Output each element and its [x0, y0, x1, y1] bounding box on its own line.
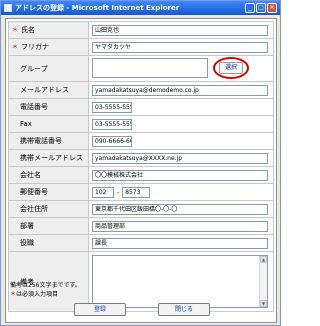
address-input[interactable]: 東京都千代田区飯田橋〇-〇-〇: [92, 203, 268, 215]
mobile-email-label: 携帯メールアドレス: [20, 154, 83, 162]
name-input[interactable]: 山田克也: [92, 24, 268, 36]
company-label-cell: 会社名: [8, 166, 89, 184]
group-select-button[interactable]: 選択: [219, 62, 243, 74]
required-note-line: ＊は必須入力項目: [10, 290, 81, 299]
maximize-button[interactable]: □: [256, 3, 266, 13]
required-mark: ＊: [12, 27, 19, 34]
form-row-fax: Fax 03-5555-5555: [8, 115, 274, 133]
fax-value-cell: 03-5555-5555: [88, 115, 274, 133]
phone-label-cell: 電話番号: [8, 98, 89, 116]
address-label-cell: 会社住所: [8, 200, 89, 218]
form-row-department: 部署 商品管理部: [8, 217, 274, 235]
furigana-label: フリガナ: [21, 43, 50, 51]
email-input[interactable]: yamadakatsuya@demodemo.co.jp: [92, 84, 268, 96]
memo-textarea-frame: ▲ ▼: [92, 255, 268, 308]
zip-second-input[interactable]: 8573: [122, 186, 151, 198]
mobile-email-input[interactable]: yamadakatsuya@XXXX.ne.jp: [92, 152, 268, 164]
fax-label: Fax: [20, 120, 32, 128]
group-field[interactable]: [92, 58, 208, 78]
fax-label-cell: Fax: [8, 115, 89, 133]
department-label: 部署: [20, 222, 34, 230]
close-button[interactable]: 閉じる: [158, 303, 210, 316]
email-value-cell: yamadakatsuya@demodemo.co.jp: [88, 81, 274, 99]
zip-first-input[interactable]: 102: [92, 186, 114, 198]
address-form: ＊氏名 山田克也 ＊フリガナ ヤマダカツヤ グループ 選択 メールアドレス ya…: [8, 21, 274, 312]
zip-separator: -: [117, 188, 120, 196]
address-value-cell: 東京都千代田区飯田橋〇-〇-〇: [88, 200, 274, 218]
browser-window: アドレスの登録 - Microsoft Internet Explorer _ …: [0, 0, 281, 326]
email-label-cell: メールアドレス: [8, 81, 89, 99]
window-title: アドレスの登録 - Microsoft Internet Explorer: [15, 4, 180, 12]
form-row-name: ＊氏名 山田克也: [8, 21, 274, 39]
scroll-down-icon[interactable]: ▼: [260, 300, 267, 307]
name-label-cell: ＊氏名: [8, 21, 89, 39]
mobile-phone-label-cell: 携帯電話番号: [8, 132, 89, 150]
form-row-phone: 電話番号 03-5555-5555: [8, 98, 274, 116]
mobile-email-label-cell: 携帯メールアドレス: [8, 149, 89, 167]
mobile-phone-label: 携帯電話番号: [20, 137, 62, 145]
zip-label: 郵便番号: [20, 188, 48, 196]
form-row-address: 会社住所 東京都千代田区飯田橋〇-〇-〇: [8, 200, 274, 218]
mobile-phone-value-cell: 090-6666-6666: [88, 132, 274, 150]
fax-input[interactable]: 03-5555-5555: [92, 118, 132, 130]
mobile-phone-input[interactable]: 090-6666-6666: [92, 135, 132, 147]
name-label: 氏名: [21, 26, 36, 34]
form-row-position: 役職 課長: [8, 234, 274, 252]
phone-value-cell: 03-5555-5555: [88, 98, 274, 116]
form-row-mobile-phone: 携帯電話番号 090-6666-6666: [8, 132, 274, 150]
name-value-cell: 山田克也: [88, 21, 274, 39]
department-value-cell: 商品管理部: [88, 217, 274, 235]
furigana-label-cell: ＊フリガナ: [8, 38, 89, 56]
furigana-value-cell: ヤマダカツヤ: [88, 38, 274, 56]
form-row-furigana: ＊フリガナ ヤマダカツヤ: [8, 38, 274, 56]
page-icon: [4, 4, 12, 12]
form-row-company: 会社名 〇〇模械株式会社: [8, 166, 274, 184]
window-controls: _ □ ×: [245, 3, 277, 13]
phone-label: 電話番号: [20, 103, 48, 111]
position-input[interactable]: 課長: [92, 237, 268, 249]
minimize-button[interactable]: _: [245, 3, 255, 13]
mobile-email-value-cell: yamadakatsuya@XXXX.ne.jp: [88, 149, 274, 167]
form-row-email: メールアドレス yamadakatsuya@demodemo.co.jp: [8, 81, 274, 99]
scroll-up-icon[interactable]: ▲: [260, 256, 267, 263]
department-input[interactable]: 商品管理部: [92, 220, 268, 232]
required-mark: ＊: [12, 44, 19, 51]
position-label: 役職: [20, 239, 34, 247]
furigana-input[interactable]: ヤマダカツヤ: [92, 41, 268, 53]
close-window-button[interactable]: ×: [267, 3, 277, 13]
phone-input[interactable]: 03-5555-5555: [92, 101, 132, 113]
register-button[interactable]: 登録: [74, 303, 126, 316]
form-row-mobile-email: 携帯メールアドレス yamadakatsuya@XXXX.ne.jp: [8, 149, 274, 167]
company-value-cell: 〇〇模械株式会社: [88, 166, 274, 184]
group-label-cell: グループ: [8, 55, 89, 82]
company-input[interactable]: 〇〇模械株式会社: [92, 169, 268, 181]
position-label-cell: 役職: [8, 234, 89, 252]
address-label: 会社住所: [20, 205, 48, 213]
group-label: グループ: [20, 64, 48, 73]
form-row-group: グループ 選択: [8, 55, 274, 82]
form-row-zip: 郵便番号 102-8573: [8, 183, 274, 201]
position-value-cell: 課長: [88, 234, 274, 252]
form-notes: 備考は256文字までです。 ＊は必須入力項目: [10, 281, 81, 299]
title-bar: アドレスの登録 - Microsoft Internet Explorer _ …: [1, 1, 280, 15]
dialog-content: ＊氏名 山田克也 ＊フリガナ ヤマダカツヤ グループ 選択 メールアドレス ya…: [5, 18, 277, 323]
zip-value-cell: 102-8573: [88, 183, 274, 201]
memo-limit-note: 備考は256文字までです。: [10, 282, 81, 289]
department-label-cell: 部署: [8, 217, 89, 235]
email-label: メールアドレス: [20, 86, 69, 94]
group-value-cell: 選択: [88, 55, 274, 82]
memo-scrollbar[interactable]: ▲ ▼: [259, 256, 267, 307]
required-note: は必須入力項目: [16, 291, 59, 298]
zip-label-cell: 郵便番号: [8, 183, 89, 201]
company-label: 会社名: [20, 171, 41, 179]
